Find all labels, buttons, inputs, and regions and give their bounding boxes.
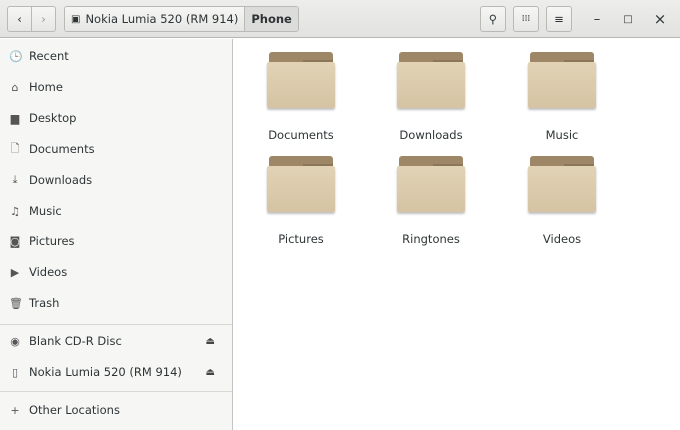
header-bar: ‹ › ▣ Nokia Lumia 520 (RM 914) Phone ⚲ ⁞⁞… [0, 0, 680, 38]
folder-label: Documents [268, 128, 334, 142]
sidebar-item-other-locations[interactable]: + Other Locations [0, 396, 232, 424]
close-icon: × [653, 10, 667, 28]
folder-item[interactable]: Ringtones [371, 154, 491, 246]
sidebar-item-label: Desktop [29, 111, 77, 125]
search-icon: ⚲ [488, 12, 498, 26]
folder-label: Downloads [399, 128, 463, 142]
breadcrumb-phone[interactable]: Phone [244, 7, 298, 31]
folder-item[interactable]: Videos [502, 154, 622, 246]
chevron-left-icon: ‹ [17, 12, 22, 26]
breadcrumb-label: Nokia Lumia 520 (RM 914) [85, 12, 239, 26]
breadcrumb-device[interactable]: ▣ Nokia Lumia 520 (RM 914) [65, 7, 245, 31]
folder-label: Pictures [278, 232, 324, 246]
sidebar-item-pictures[interactable]: ◙ Pictures [0, 227, 232, 255]
trash-icon: 🗑 [9, 296, 23, 310]
maximize-icon: □ [623, 13, 633, 25]
sidebar-item-recent[interactable]: 🕒 Recent [0, 42, 232, 70]
sidebar-item-cd[interactable]: ◉ Blank CD-R Disc ⏏ [0, 327, 232, 355]
back-button[interactable]: ‹ [7, 6, 32, 32]
sidebar-item-label: Trash [29, 296, 60, 310]
minimize-button[interactable]: – [588, 10, 606, 28]
document-icon: 🗋 [10, 141, 20, 155]
download-icon: ⤓ [12, 173, 18, 186]
sidebar-item-label: Documents [29, 142, 95, 156]
phone-icon: ▣ [71, 13, 81, 25]
sidebar-item-label: Other Locations [29, 403, 120, 417]
grid-icon: ⁞⁞⁞ [521, 14, 531, 24]
disc-icon: ◉ [10, 334, 20, 348]
folder-icon [397, 50, 465, 110]
sidebar-item-downloads[interactable]: ⤓ Downloads [0, 166, 232, 194]
sidebar-item-phone[interactable]: ▯ Nokia Lumia 520 (RM 914) ⏏ [0, 358, 232, 386]
breadcrumb-label: Phone [251, 12, 292, 26]
maximize-button[interactable]: □ [619, 10, 637, 28]
folder-icon [528, 154, 596, 214]
folder-icon [397, 154, 465, 214]
divider [0, 324, 232, 325]
eject-icon[interactable]: ⏏ [206, 367, 215, 378]
sidebar-item-label: Nokia Lumia 520 (RM 914) [29, 365, 182, 379]
sidebar-item-videos[interactable]: ▶ Videos [0, 258, 232, 286]
plus-icon: + [10, 403, 20, 417]
sidebar-item-documents[interactable]: 🗋 Documents [0, 135, 232, 163]
sidebar-item-label: Pictures [29, 234, 75, 248]
sidebar-item-desktop[interactable]: ▆ Desktop [0, 104, 232, 132]
desktop-folder-icon: ▆ [10, 111, 20, 125]
sidebar-item-label: Downloads [29, 173, 93, 187]
home-icon: ⌂ [11, 80, 19, 94]
folder-item[interactable]: Downloads [371, 50, 491, 142]
music-icon: ♫ [10, 204, 20, 218]
minimize-icon: – [593, 11, 601, 27]
sidebar-item-label: Home [29, 80, 63, 94]
phone-icon: ▯ [11, 365, 19, 379]
divider [0, 391, 232, 392]
folder-item[interactable]: Music [502, 50, 622, 142]
chevron-right-icon: › [41, 12, 46, 26]
folder-label: Ringtones [402, 232, 460, 246]
sidebar-item-trash[interactable]: 🗑 Trash [0, 289, 232, 317]
eject-icon[interactable]: ⏏ [206, 336, 215, 347]
folder-icon [528, 50, 596, 110]
search-button[interactable]: ⚲ [480, 6, 506, 32]
folder-label: Music [545, 128, 579, 142]
folder-label: Videos [542, 232, 582, 246]
sidebar-item-label: Recent [29, 49, 69, 63]
folder-item[interactable]: Pictures [241, 154, 361, 246]
camera-icon: ◙ [9, 234, 21, 248]
folder-icon [267, 154, 335, 214]
hamburger-icon: ≡ [554, 12, 564, 26]
sidebar-item-home[interactable]: ⌂ Home [0, 73, 232, 101]
clock-icon: 🕒 [9, 49, 23, 63]
close-button[interactable]: × [651, 10, 669, 28]
view-toggle-button[interactable]: ⁞⁞⁞ [513, 6, 539, 32]
folder-item[interactable]: Documents [241, 50, 361, 142]
sidebar-item-label: Blank CD-R Disc [29, 334, 122, 348]
forward-button[interactable]: › [31, 6, 56, 32]
video-icon: ▶ [10, 265, 20, 279]
menu-button[interactable]: ≡ [546, 6, 572, 32]
sidebar-item-music[interactable]: ♫ Music [0, 197, 232, 225]
sidebar-item-label: Music [29, 204, 62, 218]
sidebar: 🕒 Recent ⌂ Home ▆ Desktop 🗋 Documents ⤓ Downl… [0, 39, 233, 430]
breadcrumb: ▣ Nokia Lumia 520 (RM 914) Phone [64, 6, 299, 32]
folder-icon [267, 50, 335, 110]
sidebar-item-label: Videos [29, 265, 68, 279]
